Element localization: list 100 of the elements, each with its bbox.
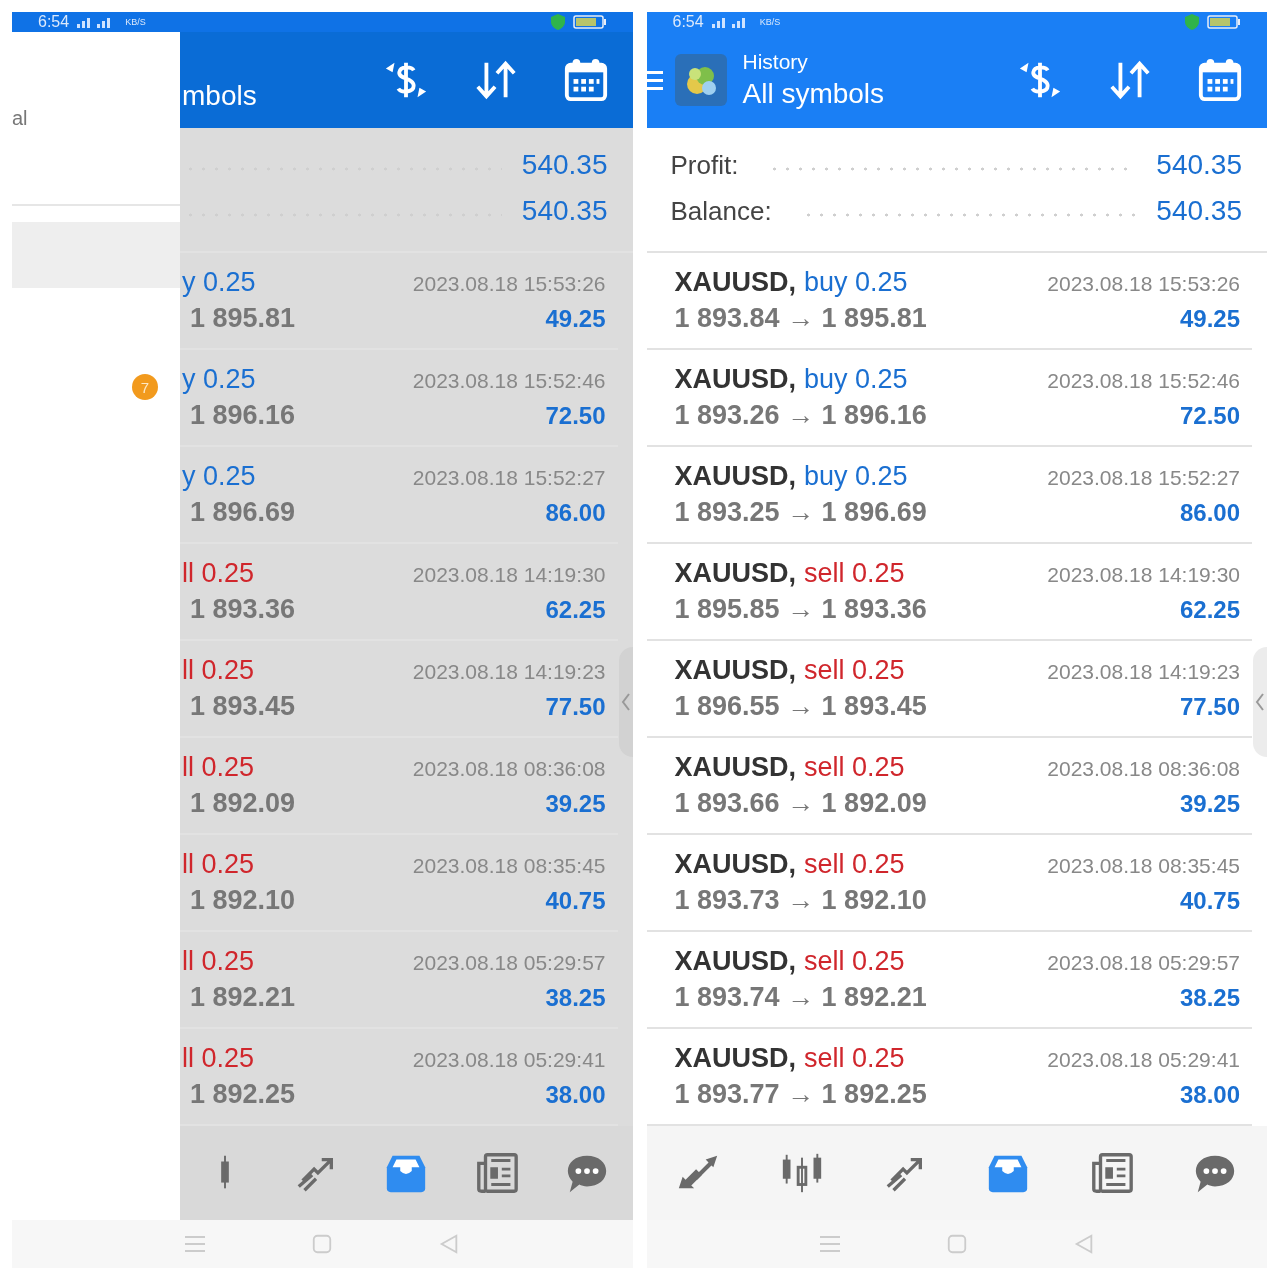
- deal-prices: 1 893.45: [189, 691, 296, 722]
- deal-time: 2023.08.18 15:53:26: [412, 272, 606, 296]
- deal-prices: 1 896.16: [189, 400, 296, 431]
- deal-row[interactable]: ll 0.25 2023.08.18 05:29:57 1 892.21 38.25: [180, 932, 618, 1029]
- deal-prices: 1 893.84 → 1 895.81: [674, 303, 927, 334]
- deal-type: buy 0.25: [804, 461, 908, 492]
- deal-row[interactable]: ll 0.25 2023.08.18 14:19:23 1 893.45 77.50: [180, 641, 618, 738]
- deal-symbol: XAUUSD,: [674, 461, 796, 492]
- deal-profit: 72.50: [1179, 402, 1240, 430]
- deal-profit: 62.25: [1179, 596, 1240, 624]
- status-time: 6:54: [38, 14, 70, 30]
- summary-value: 540.35: [1156, 149, 1242, 181]
- deal-time: 2023.08.18 08:36:08: [412, 757, 606, 781]
- deal-profit: 39.25: [545, 790, 606, 818]
- deal-prices: 1 892.25: [189, 1079, 296, 1110]
- deal-type: sell 0.25: [804, 558, 905, 589]
- deal-prices: 1 893.77 → 1 892.25: [674, 1079, 927, 1110]
- deal-prices: 1 893.26 → 1 896.16: [674, 400, 927, 431]
- deal-prices: 1 896.69: [189, 497, 296, 528]
- deal-profit: 49.25: [545, 305, 606, 333]
- side-panel-handle[interactable]: [618, 647, 633, 757]
- deal-time: 2023.08.18 14:19:30: [412, 563, 606, 587]
- deal-profit: 86.00: [1179, 499, 1240, 527]
- deal-row[interactable]: XAUUSD, buy 0.25 2023.08.18 15:52:27 1 893.25 → 1 896.69 86.00: [646, 447, 1252, 544]
- deal-type: sell 0.25: [804, 655, 905, 686]
- deal-time: 2023.08.18 08:35:45: [412, 854, 606, 878]
- shield-icon: [550, 14, 565, 30]
- deal-prices: 1 893.66 → 1 892.09: [674, 788, 927, 819]
- summary-value: 540.35: [521, 195, 608, 227]
- deal-profit: 49.25: [1179, 305, 1240, 333]
- deal-row[interactable]: XAUUSD, buy 0.25 2023.08.18 15:52:46 1 893.26 → 1 896.16 72.50: [646, 350, 1252, 447]
- deal-row[interactable]: ll 0.25 2023.08.18 08:35:45 1 892.10 40.75: [180, 835, 618, 932]
- deal-type: sell 0.25: [804, 752, 905, 783]
- deal-row[interactable]: XAUUSD, buy 0.25 2023.08.18 15:53:26 1 893.84 → 1 895.81 49.25: [646, 253, 1252, 350]
- deal-time: 2023.08.18 14:19:23: [412, 660, 606, 684]
- deal-symbol: XAUUSD,: [674, 752, 796, 783]
- deal-type: y 0.25: [182, 364, 256, 395]
- deal-row[interactable]: XAUUSD, sell 0.25 2023.08.18 14:19:23 1 896.55 → 1 893.45 77.50: [646, 641, 1252, 738]
- deal-symbol: XAUUSD,: [674, 655, 796, 686]
- drawer-item[interactable]: al: [12, 106, 28, 130]
- deal-profit: 77.50: [545, 693, 606, 721]
- deal-row[interactable]: XAUUSD, sell 0.25 2023.08.18 08:36:08 1 893.66 → 1 892.09 39.25: [646, 738, 1252, 835]
- deal-symbol: XAUUSD,: [674, 849, 796, 880]
- deal-time: 2023.08.18 15:52:46: [412, 369, 606, 393]
- deal-time: 2023.08.18 08:35:45: [1047, 854, 1240, 878]
- deal-profit: 40.75: [1179, 887, 1240, 915]
- deal-symbol: XAUUSD,: [674, 267, 796, 298]
- deal-prices: 1 892.09: [189, 788, 296, 819]
- app-logo-icon: [674, 54, 727, 106]
- battery-icon: [1207, 15, 1241, 29]
- deal-profit: 39.25: [1179, 790, 1240, 818]
- deal-row[interactable]: y 0.25 2023.08.18 15:52:46 1 896.16 72.50: [180, 350, 618, 447]
- deal-prices: 1 892.10: [189, 885, 296, 916]
- deal-type: sell 0.25: [804, 849, 905, 880]
- deal-type: y 0.25: [182, 267, 256, 298]
- deal-prices: 1 893.73 → 1 892.10: [674, 885, 927, 916]
- deal-prices: 1 892.21: [189, 982, 296, 1013]
- deal-type: buy 0.25: [804, 267, 908, 298]
- battery-icon: [572, 15, 607, 29]
- deal-time: 2023.08.18 15:52:27: [412, 466, 606, 490]
- deal-time: 2023.08.18 08:36:08: [1047, 757, 1240, 781]
- chevron-left-icon: [1255, 692, 1265, 712]
- deal-row[interactable]: ll 0.25 2023.08.18 08:36:08 1 892.09 39.25: [180, 738, 618, 835]
- screen-title[interactable]: All symbols: [742, 76, 885, 112]
- deal-symbol: XAUUSD,: [674, 1043, 796, 1074]
- deal-profit: 38.00: [545, 1081, 606, 1109]
- summary-label: Profit:: [670, 149, 739, 181]
- calendar-icon[interactable]: [1197, 57, 1243, 103]
- deal-row[interactable]: y 0.25 2023.08.18 15:52:27 1 896.69 86.00: [180, 447, 618, 544]
- deal-symbol: XAUUSD,: [674, 364, 796, 395]
- deal-type: y 0.25: [182, 461, 256, 492]
- deal-prices: 1 893.36: [189, 594, 296, 625]
- deal-type: ll 0.25: [182, 1043, 255, 1074]
- deal-row[interactable]: XAUUSD, sell 0.25 2023.08.18 05:29:57 1 893.74 → 1 892.21 38.25: [646, 932, 1252, 1029]
- deal-type: ll 0.25: [182, 655, 255, 686]
- summary-value: 540.35: [1156, 195, 1242, 227]
- deal-row[interactable]: ll 0.25 2023.08.18 14:19:30 1 893.36 62.25: [180, 544, 618, 641]
- deal-time: 2023.08.18 14:19:30: [1047, 563, 1240, 587]
- deal-profit: 38.25: [1179, 984, 1240, 1012]
- deal-row[interactable]: XAUUSD, sell 0.25 2023.08.18 14:19:30 1 895.85 → 1 893.36 62.25: [646, 544, 1252, 641]
- deal-type: sell 0.25: [804, 946, 905, 977]
- menu-icon[interactable]: [646, 68, 663, 92]
- deal-time: 2023.08.18 15:52:46: [1047, 369, 1240, 393]
- deal-type: ll 0.25: [182, 558, 255, 589]
- screen-title[interactable]: mbols: [182, 78, 257, 114]
- deal-prices: 1 895.81: [189, 303, 296, 334]
- deal-type: ll 0.25: [182, 946, 255, 977]
- shield-icon: [1185, 14, 1199, 30]
- deal-time: 2023.08.18 05:29:41: [1047, 1048, 1240, 1072]
- deal-profit: 72.50: [545, 402, 606, 430]
- deal-prices: 1 896.55 → 1 893.45: [674, 691, 927, 722]
- deal-time: 2023.08.18 15:53:26: [1047, 272, 1240, 296]
- deal-time: 2023.08.18 05:29:57: [1047, 951, 1240, 975]
- status-time: 6:54: [672, 14, 704, 30]
- deal-symbol: XAUUSD,: [674, 558, 796, 589]
- deal-type: ll 0.25: [182, 752, 255, 783]
- deal-row[interactable]: y 0.25 2023.08.18 15:53:26 1 895.81 49.25: [180, 253, 618, 350]
- deal-row[interactable]: XAUUSD, sell 0.25 2023.08.18 08:35:45 1 893.73 → 1 892.10 40.75: [646, 835, 1252, 932]
- calendar-icon[interactable]: [562, 57, 609, 103]
- side-panel-handle[interactable]: [1253, 647, 1267, 757]
